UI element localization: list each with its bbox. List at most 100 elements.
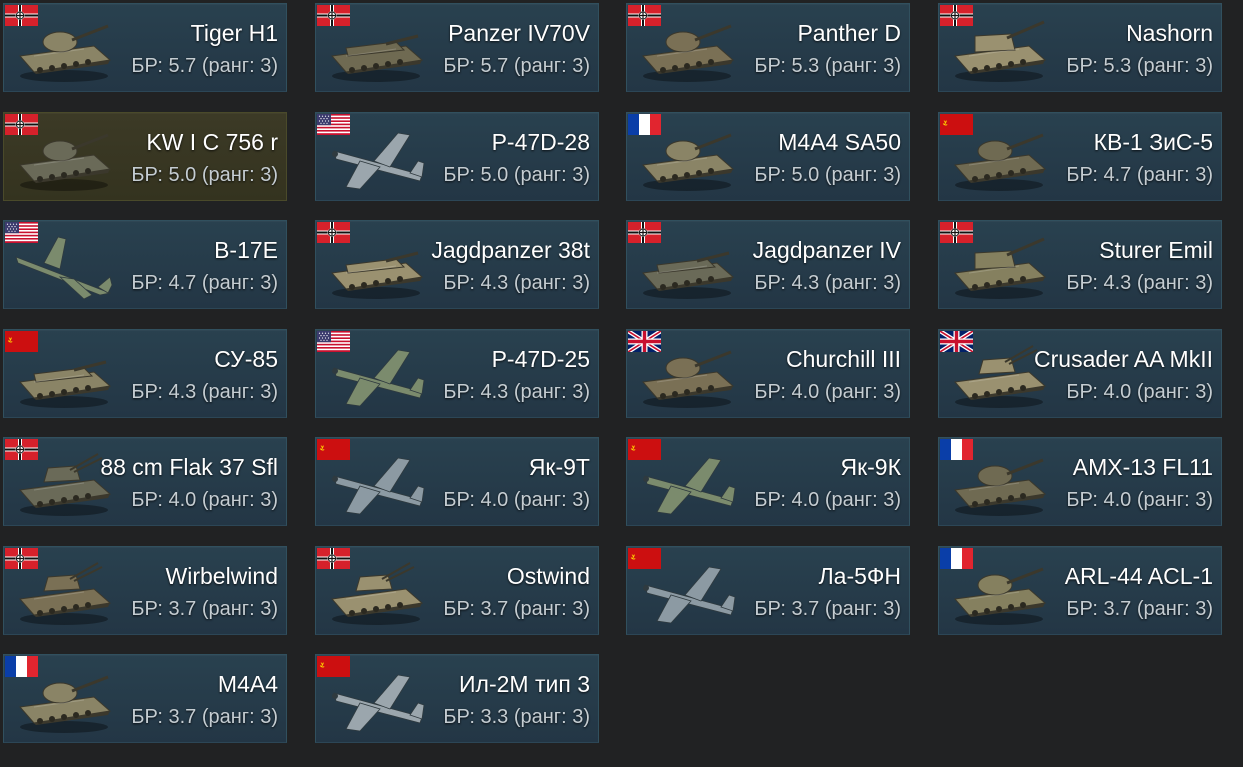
uk-flag-icon (627, 330, 663, 354)
tank-destroyer-icon (14, 342, 114, 410)
vehicle-card[interactable]: KW I C 756 r БР: 5.0 (ранг: 3) (3, 112, 287, 201)
vehicle-name: M4A4 (217, 671, 278, 697)
vehicle-card[interactable]: Crusader AA MkII БР: 4.0 (ранг: 3) (938, 329, 1222, 418)
germany-flag-icon (317, 548, 350, 569)
battle-rating-label: БР: 3.7 (ранг: 3) (443, 598, 590, 620)
fighter-plane-icon (326, 125, 426, 193)
vehicle-card[interactable]: P-47D-25 БР: 4.3 (ранг: 3) (315, 329, 599, 418)
battle-rating-label: БР: 4.0 (ранг: 3) (754, 489, 901, 511)
battle-rating-label: БР: 3.7 (ранг: 3) (1066, 598, 1213, 620)
vehicle-card[interactable]: Як-9К БР: 4.0 (ранг: 3) (626, 437, 910, 526)
battle-rating-label: БР: 3.7 (ранг: 3) (131, 706, 278, 728)
vehicle-card[interactable]: M4A4 БР: 3.7 (ранг: 3) (3, 654, 287, 743)
tank-icon (949, 450, 1049, 518)
vehicle-card[interactable]: Ostwind БР: 3.7 (ранг: 3) (315, 546, 599, 635)
vehicle-card[interactable]: Nashorn БР: 5.3 (ранг: 3) (938, 3, 1222, 92)
vehicle-name: КВ-1 ЗиС-5 (1093, 129, 1213, 155)
usa-flag-icon (317, 331, 350, 352)
fighter-plane-icon (637, 450, 737, 518)
vehicle-card[interactable]: Sturer Emil БР: 4.3 (ранг: 3) (938, 220, 1222, 309)
germany-flag-icon (628, 222, 661, 243)
attacker-plane-icon (326, 667, 426, 735)
france-flag-icon (940, 548, 973, 569)
self-propelled-gun-icon (949, 233, 1049, 301)
tank-icon (637, 16, 737, 84)
anti-aircraft-vehicle-icon (326, 559, 426, 627)
vehicle-name: Churchill III (785, 346, 901, 372)
vehicle-name: Jagdpanzer 38t (431, 237, 590, 263)
vehicle-card[interactable]: КВ-1 ЗиС-5 БР: 4.7 (ранг: 3) (938, 112, 1222, 201)
battle-rating-label: БР: 5.3 (ранг: 3) (754, 55, 901, 77)
vehicle-card[interactable]: Ил-2М тип 3 БР: 3.3 (ранг: 3) (315, 654, 599, 743)
vehicle-name: СУ-85 (214, 346, 278, 372)
tank-icon (637, 342, 737, 410)
germany-flag-icon (317, 5, 350, 26)
germany-flag-icon (940, 222, 973, 243)
vehicle-name: Panzer IV70V (448, 20, 590, 46)
vehicle-name: KW I C 756 r (146, 129, 278, 155)
vehicle-name: Ил-2М тип 3 (459, 671, 590, 697)
vehicle-name: B-17E (214, 237, 278, 263)
vehicle-card[interactable]: Panzer IV70V БР: 5.7 (ранг: 3) (315, 3, 599, 92)
battle-rating-label: БР: 4.0 (ранг: 3) (754, 381, 901, 403)
battle-rating-label: БР: 4.0 (ранг: 3) (443, 489, 590, 511)
vehicle-card[interactable]: AMX-13 FL11 БР: 4.0 (ранг: 3) (938, 437, 1222, 526)
vehicle-name: M4A4 SA50 (778, 129, 901, 155)
vehicle-name: Як-9Т (528, 454, 590, 480)
vehicle-card[interactable]: Як-9Т БР: 4.0 (ранг: 3) (315, 437, 599, 526)
usa-flag-icon (317, 114, 350, 135)
fighter-plane-icon (637, 559, 737, 627)
vehicle-name: Ostwind (506, 563, 590, 589)
battle-rating-label: БР: 4.3 (ранг: 3) (443, 272, 590, 294)
battle-rating-label: БР: 4.7 (ранг: 3) (1066, 164, 1213, 186)
vehicle-card[interactable]: СУ-85 БР: 4.3 (ранг: 3) (3, 329, 287, 418)
battle-rating-label: БР: 3.7 (ранг: 3) (754, 598, 901, 620)
germany-flag-icon (628, 5, 661, 26)
vehicle-card[interactable]: Panther D БР: 5.3 (ранг: 3) (626, 3, 910, 92)
ussr-flag-icon (317, 656, 350, 677)
vehicle-card[interactable]: P-47D-28 БР: 5.0 (ранг: 3) (315, 112, 599, 201)
vehicle-card[interactable]: Tiger H1 БР: 5.7 (ранг: 3) (3, 3, 287, 92)
france-flag-icon (940, 439, 973, 460)
vehicle-name: Sturer Emil (1099, 237, 1213, 263)
vehicle-card[interactable]: Wirbelwind БР: 3.7 (ранг: 3) (3, 546, 287, 635)
germany-flag-icon (5, 114, 38, 135)
tank-destroyer-icon (326, 16, 426, 84)
vehicle-card[interactable]: 88 cm Flak 37 Sfl БР: 4.0 (ранг: 3) (3, 437, 287, 526)
vehicle-card[interactable]: Churchill III БР: 4.0 (ранг: 3) (626, 329, 910, 418)
vehicle-name: AMX-13 FL11 (1072, 454, 1213, 480)
vehicle-name: P-47D-25 (491, 346, 590, 372)
vehicle-name: ARL-44 ACL-1 (1064, 563, 1213, 589)
battle-rating-label: БР: 4.3 (ранг: 3) (1066, 272, 1213, 294)
battle-rating-label: БР: 4.0 (ранг: 3) (1066, 381, 1213, 403)
battle-rating-label: БР: 4.3 (ранг: 3) (754, 272, 901, 294)
vehicle-card[interactable]: Jagdpanzer IV БР: 4.3 (ранг: 3) (626, 220, 910, 309)
battle-rating-label: БР: 5.7 (ранг: 3) (131, 55, 278, 77)
germany-flag-icon (940, 5, 973, 26)
tank-icon (14, 16, 114, 84)
anti-aircraft-vehicle-icon (14, 450, 114, 518)
usa-flag-icon (5, 222, 38, 243)
germany-flag-icon (317, 222, 350, 243)
vehicle-card[interactable]: ARL-44 ACL-1 БР: 3.7 (ранг: 3) (938, 546, 1222, 635)
uk-flag-icon (939, 330, 975, 354)
vehicle-name: Crusader AA MkII (1034, 346, 1213, 372)
vehicle-name: 88 cm Flak 37 Sfl (100, 454, 278, 480)
france-flag-icon (5, 656, 38, 677)
battle-rating-label: БР: 5.7 (ранг: 3) (443, 55, 590, 77)
france-flag-icon (628, 114, 661, 135)
vehicle-card[interactable]: Ла-5ФН БР: 3.7 (ранг: 3) (626, 546, 910, 635)
battle-rating-label: БР: 5.0 (ранг: 3) (131, 164, 278, 186)
tank-destroyer-icon (326, 233, 426, 301)
vehicle-card[interactable]: B-17E БР: 4.7 (ранг: 3) (3, 220, 287, 309)
fighter-plane-icon (326, 342, 426, 410)
vehicle-card[interactable]: M4A4 SA50 БР: 5.0 (ранг: 3) (626, 112, 910, 201)
battle-rating-label: БР: 4.0 (ранг: 3) (131, 489, 278, 511)
anti-aircraft-vehicle-icon (14, 559, 114, 627)
germany-flag-icon (5, 5, 38, 26)
vehicle-name: Ла-5ФН (818, 563, 901, 589)
battle-rating-label: БР: 4.3 (ранг: 3) (443, 381, 590, 403)
vehicle-card[interactable]: Jagdpanzer 38t БР: 4.3 (ранг: 3) (315, 220, 599, 309)
vehicle-name: Як-9К (840, 454, 901, 480)
fighter-plane-icon (326, 450, 426, 518)
